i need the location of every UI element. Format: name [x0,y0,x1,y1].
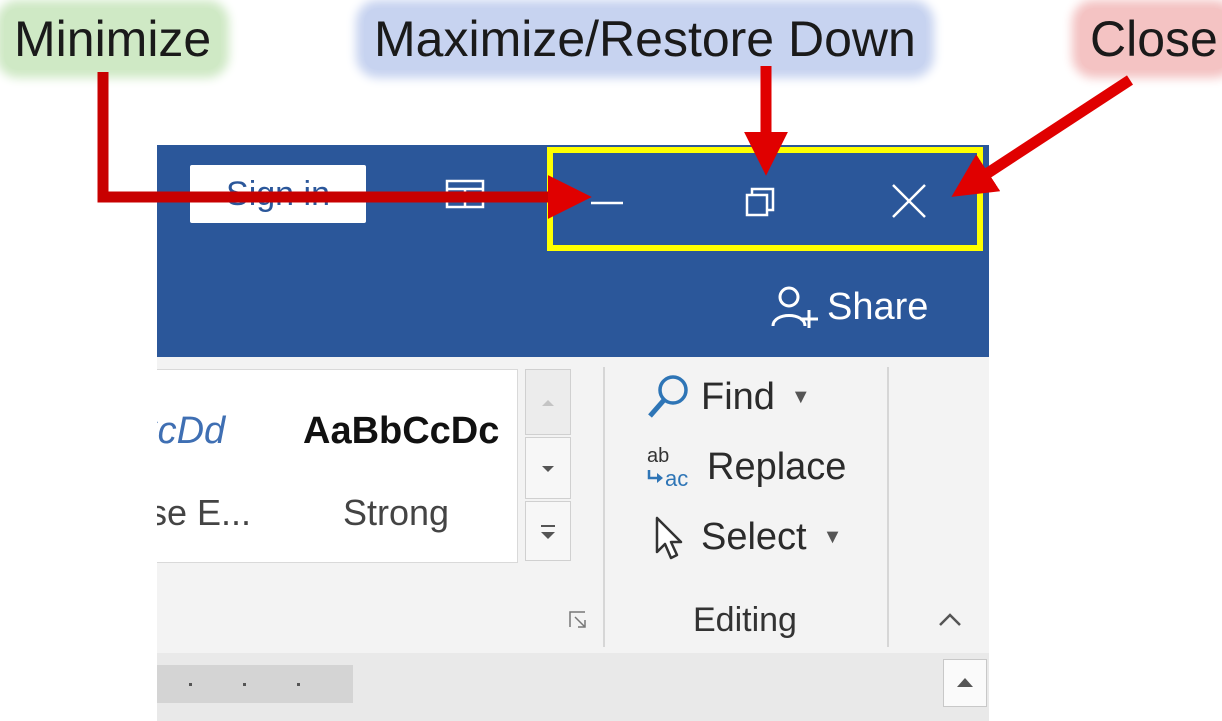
find-label: Find [701,375,775,418]
replace-label: Replace [707,445,847,488]
maximize-restore-callout: Maximize/Restore Down [364,8,926,70]
find-dropdown-icon[interactable]: ▼ [791,386,811,409]
restore-down-button[interactable] [729,173,789,231]
ruler-tick [189,683,192,686]
style-subtle-emphasis-name: se E... [157,492,252,533]
styles-dialog-launcher-icon[interactable] [567,609,589,631]
cursor-arrow-icon [655,516,683,560]
minimize-callout: Minimize [4,8,222,70]
find-button[interactable]: Find ▼ [645,367,811,427]
styles-gallery: oCcDd se E... AaBbCcDc Strong [157,369,518,563]
chevron-up-icon [542,400,554,406]
ribbon-group-divider [603,367,605,647]
replace-icon: ab ac [647,445,688,491]
gallery-more-button[interactable] [525,501,571,561]
window-controls-highlight [547,147,983,251]
vertical-scroll-up-button[interactable] [943,659,987,707]
close-callout: Close [1080,8,1222,70]
ribbon: oCcDd se E... AaBbCcDc Strong [157,357,989,653]
ribbon-group-divider [887,367,889,647]
ribbon-display-options-icon[interactable] [445,179,485,209]
style-strong-name: Strong [343,492,450,533]
search-icon [648,375,688,418]
more-icon [541,525,555,539]
svg-text:ac: ac [665,466,688,491]
collapse-ribbon-icon[interactable] [933,603,967,637]
close-arrow [951,75,1134,197]
select-label: Select [701,515,807,558]
share-button[interactable]: Share [769,277,928,337]
svg-text:ab: ab [647,445,669,467]
person-add-icon [771,286,818,328]
title-bar: Sign in Share [157,145,989,357]
share-label: Share [827,286,929,328]
gallery-scroll-up-button[interactable] [525,369,571,435]
style-subtle-emphasis-sample[interactable]: oCcDd [157,410,225,453]
select-dropdown-icon[interactable]: ▼ [823,526,843,549]
chevron-down-icon [542,466,554,472]
select-button[interactable]: Select ▼ [645,507,842,567]
ruler-tick [243,683,246,686]
horizontal-ruler [157,665,353,703]
word-window: Sign in Share cDd se E... AaBbCcDc Stron… [157,145,989,721]
document-area [157,653,989,721]
gallery-scroll-down-button[interactable] [525,437,571,499]
close-button[interactable] [879,173,939,231]
editing-group-label: Editing [693,601,797,639]
sign-in-button[interactable]: Sign in [190,165,366,223]
restore-icon [745,187,775,217]
replace-button[interactable]: ab ac Replace [645,437,846,497]
minimize-icon [591,201,623,205]
close-icon [892,184,926,218]
ruler-tick [297,683,300,686]
style-strong-sample[interactable]: AaBbCcDc [303,410,499,453]
chevron-up-icon [957,678,973,687]
minimize-button[interactable] [577,173,637,231]
